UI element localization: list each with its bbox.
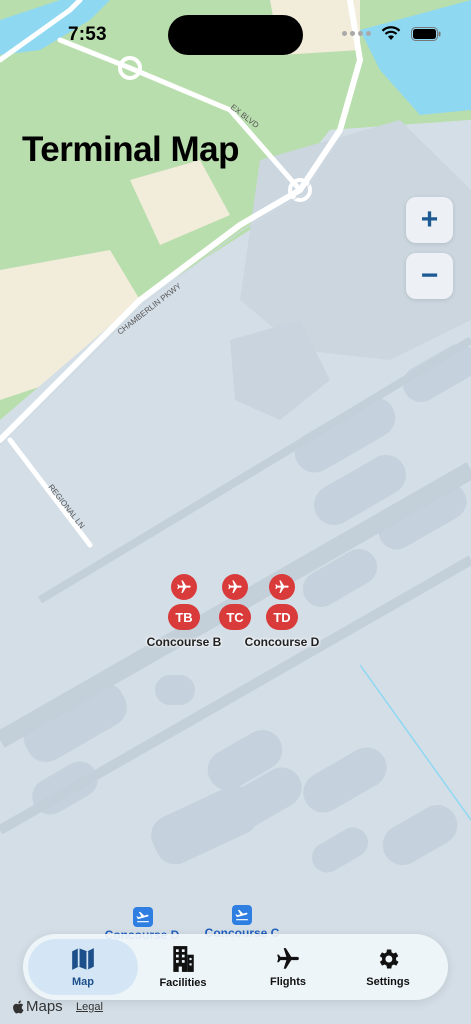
maps-attribution: Maps bbox=[12, 998, 63, 1015]
apple-logo-icon bbox=[13, 1000, 24, 1013]
wifi-icon bbox=[381, 26, 401, 40]
tab-map[interactable]: Map bbox=[28, 939, 138, 995]
airplane-pin-icon[interactable] bbox=[222, 574, 248, 600]
tab-label: Settings bbox=[366, 976, 410, 988]
airplane-icon bbox=[277, 948, 299, 969]
zoom-in-button[interactable]: + bbox=[406, 197, 453, 243]
terminal-pin-td[interactable]: TD bbox=[266, 604, 298, 630]
terminal-pin-tc[interactable]: TC bbox=[219, 604, 251, 630]
tab-label: Facilities bbox=[159, 977, 207, 989]
tab-label: Map bbox=[72, 976, 94, 988]
maps-brand-text: Maps bbox=[26, 998, 63, 1015]
pin-label: Concourse B bbox=[146, 635, 222, 649]
departure-gate-icon[interactable] bbox=[232, 905, 252, 925]
pin-label: Concourse D bbox=[244, 635, 320, 649]
departure-gate-icon[interactable] bbox=[133, 907, 153, 927]
tab-facilities[interactable]: Facilities bbox=[133, 934, 233, 1000]
gear-icon bbox=[379, 949, 399, 969]
tab-flights[interactable]: Flights bbox=[238, 934, 338, 1000]
airplane-pin-icon[interactable] bbox=[171, 574, 197, 600]
airplane-pin-icon[interactable] bbox=[269, 574, 295, 600]
tab-bar: Map Facilities Flights Settings bbox=[23, 934, 448, 1000]
battery-icon bbox=[411, 26, 441, 41]
dynamic-island bbox=[168, 15, 303, 55]
page-title: Terminal Map bbox=[22, 130, 240, 169]
status-time: 7:53 bbox=[68, 24, 107, 45]
tab-label: Flights bbox=[269, 976, 307, 988]
status-icons bbox=[342, 26, 441, 41]
building-icon bbox=[173, 946, 194, 972]
map-icon bbox=[72, 948, 94, 970]
legal-link[interactable]: Legal bbox=[76, 1001, 103, 1013]
terminal-pin-tb[interactable]: TB bbox=[168, 604, 200, 630]
signal-dots-icon bbox=[342, 31, 371, 36]
zoom-out-button[interactable]: − bbox=[406, 253, 453, 299]
tab-settings[interactable]: Settings bbox=[338, 934, 438, 1000]
